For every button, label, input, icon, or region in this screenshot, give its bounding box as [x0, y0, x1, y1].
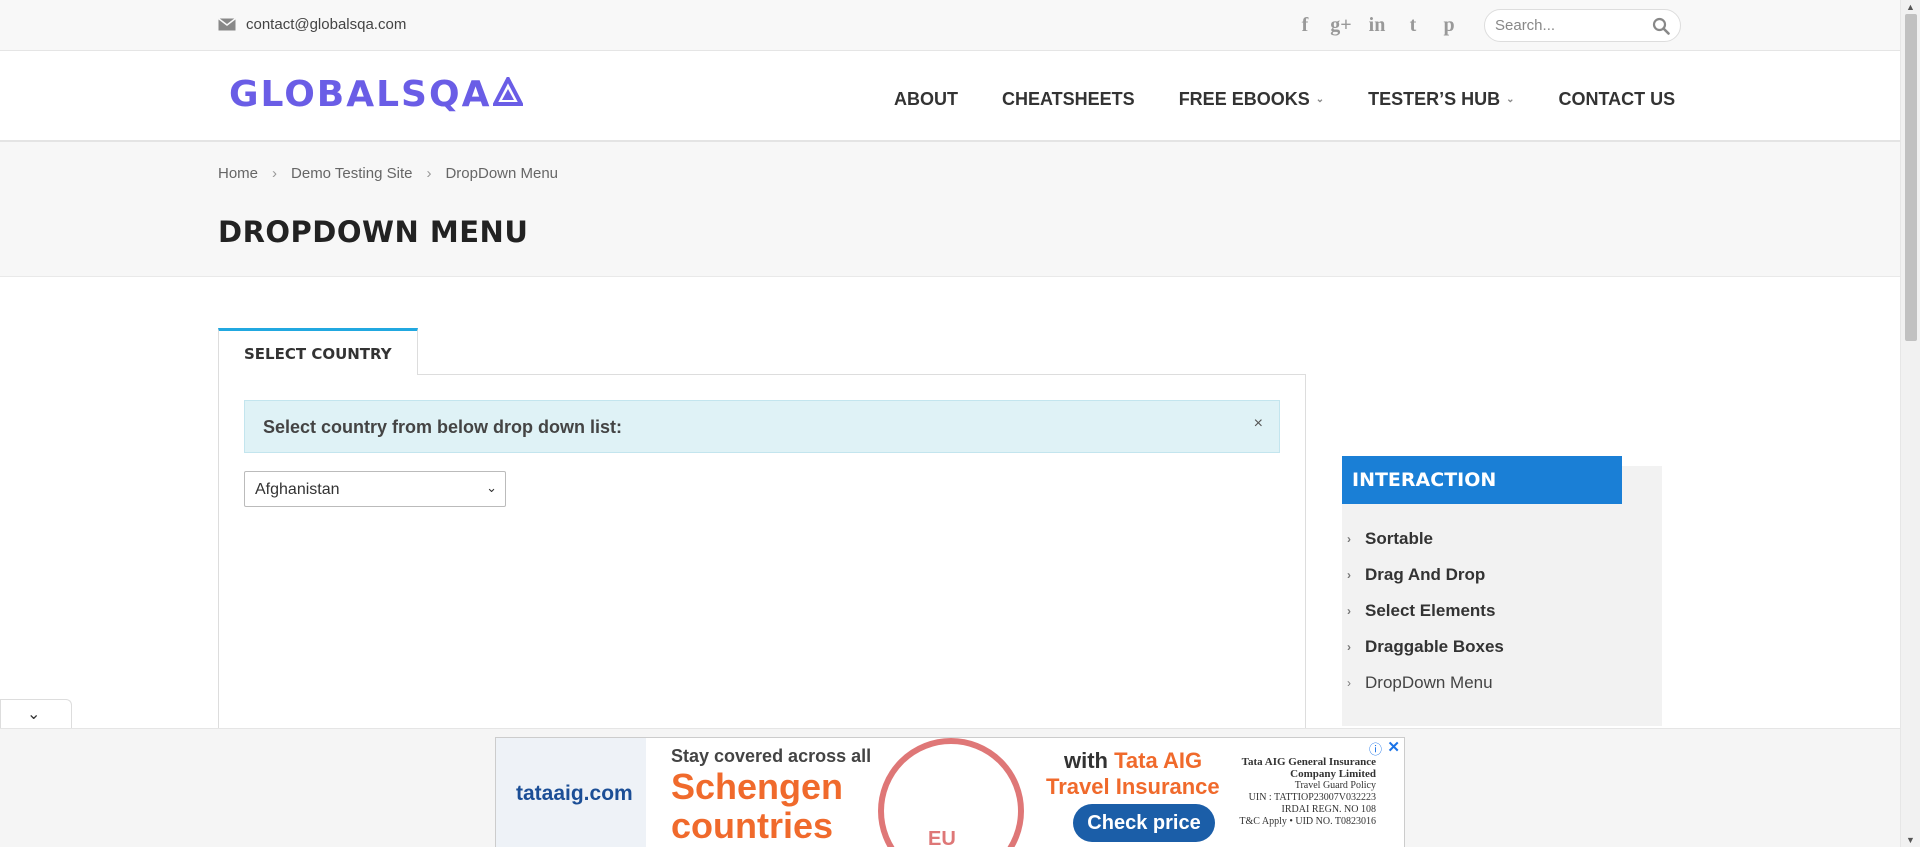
- tab-select-country-label: SELECT COUNTRY: [244, 345, 392, 363]
- page-title-area: Home › Demo Testing Site › DropDown Menu…: [0, 142, 1900, 277]
- ad-close-icon[interactable]: ✕: [1387, 738, 1400, 756]
- nav-testers-hub-label: TESTER’S HUB: [1368, 89, 1501, 109]
- chevron-down-icon: ⌄: [486, 480, 497, 495]
- sidebar-heading-label: INTERACTION: [1352, 469, 1497, 491]
- nav-free-ebooks[interactable]: FREE EBOOKS ⌄: [1179, 89, 1324, 110]
- ad-check-price-button[interactable]: Check price: [1073, 804, 1215, 842]
- sidebar-item-drag-and-drop[interactable]: › Drag And Drop: [1342, 557, 1504, 593]
- search-box: [1484, 9, 1681, 42]
- ad-collapse-button[interactable]: ⌄: [0, 699, 72, 729]
- sidebar-item-dropdown-menu[interactable]: › DropDown Menu: [1342, 665, 1504, 701]
- nav-about-label: ABOUT: [894, 89, 958, 109]
- logo-mark-icon: [492, 74, 525, 112]
- nav-contact-us[interactable]: CONTACT US: [1559, 89, 1676, 110]
- nav-about[interactable]: ABOUT: [894, 89, 958, 110]
- info-alert: Select country from below drop down list…: [244, 400, 1280, 453]
- sidebar-item-label: Sortable: [1365, 529, 1434, 548]
- ad-banner[interactable]: tataaig.com Stay covered across all Sche…: [495, 737, 1405, 847]
- tab-select-country[interactable]: SELECT COUNTRY: [218, 328, 418, 375]
- ad-fine-print: Tata AIG General Insurance Company Limit…: [1236, 756, 1376, 828]
- sidebar-item-draggable-boxes[interactable]: › Draggable Boxes: [1342, 629, 1504, 665]
- sidebar-item-label: Select Elements: [1365, 601, 1496, 620]
- sidebar-list: › Sortable › Drag And Drop › Select Elem…: [1342, 521, 1504, 701]
- ad-brand: tataaig.com: [516, 782, 633, 805]
- ad-info-icon[interactable]: ⓘ: [1369, 739, 1382, 758]
- breadcrumb-separator: ›: [426, 165, 432, 182]
- breadcrumb-current: DropDown Menu: [445, 165, 559, 182]
- mail-icon: [218, 17, 236, 31]
- facebook-icon[interactable]: f: [1293, 14, 1317, 37]
- chevron-right-icon: ›: [1347, 676, 1351, 690]
- pinterest-icon[interactable]: p: [1437, 14, 1461, 37]
- ad-fine-title: Tata AIG General Insurance Company Limit…: [1241, 756, 1376, 780]
- sidebar-item-label: Drag And Drop: [1365, 565, 1486, 584]
- google-plus-icon[interactable]: g+: [1329, 14, 1353, 37]
- social-links: f g+ in t p: [1293, 14, 1461, 37]
- ad-product: Travel Insurance: [1046, 774, 1220, 799]
- top-bar: contact@globalsqa.com f g+ in t p: [0, 0, 1900, 51]
- ad-with-prefix: with: [1064, 748, 1115, 773]
- sidebar-item-select-elements[interactable]: › Select Elements: [1342, 593, 1504, 629]
- alert-message: Select country from below drop down list…: [263, 417, 623, 437]
- search-icon[interactable]: [1652, 17, 1670, 35]
- page-scrollbar[interactable]: ▲ ▼: [1900, 0, 1920, 847]
- contact-email-link[interactable]: contact@globalsqa.com: [218, 16, 406, 33]
- stamp-label: EU: [928, 828, 956, 847]
- chevron-right-icon: ›: [1347, 532, 1351, 546]
- nav-cheatsheets[interactable]: CHEATSHEETS: [1002, 89, 1135, 110]
- breadcrumb-home[interactable]: Home: [218, 165, 258, 182]
- ad-brand-box: tataaig.com: [496, 738, 646, 847]
- ad-headline-2: countries: [671, 805, 834, 846]
- nav-testers-hub[interactable]: TESTER’S HUB ⌄: [1368, 89, 1514, 110]
- chevron-down-icon: ⌄: [1315, 94, 1325, 105]
- search-input[interactable]: [1495, 17, 1645, 34]
- tab-panel: Select country from below drop down list…: [218, 374, 1306, 734]
- site-header: GLOBALSQA ABOUT CHEATSHEETS FREE EBOOKS …: [0, 51, 1900, 142]
- chevron-right-icon: ›: [1347, 640, 1351, 654]
- breadcrumb-demo-testing-site[interactable]: Demo Testing Site: [291, 165, 412, 182]
- chevron-right-icon: ›: [1347, 604, 1351, 618]
- ad-tagline: Stay covered across all: [671, 746, 872, 766]
- ad-headline-1: Schengen: [671, 766, 844, 807]
- sidebar-item-label: Draggable Boxes: [1365, 637, 1504, 656]
- nav-contact-us-label: CONTACT US: [1558, 89, 1676, 109]
- breadcrumb-separator: ›: [272, 165, 278, 182]
- breadcrumb: Home › Demo Testing Site › DropDown Menu: [218, 165, 558, 182]
- country-dropdown-value: Afghanistan: [255, 481, 340, 498]
- sidebar-heading: INTERACTION: [1342, 456, 1622, 504]
- ad-with-brand-name: Tata AIG: [1114, 748, 1203, 773]
- chevron-down-icon: ⌄: [1506, 94, 1515, 105]
- scroll-down-icon[interactable]: ▼: [1906, 835, 1915, 845]
- nav-free-ebooks-label: FREE EBOOKS: [1178, 89, 1310, 109]
- ad-bar: tataaig.com Stay covered across all Sche…: [0, 728, 1900, 847]
- twitter-icon[interactable]: t: [1401, 14, 1425, 37]
- sidebar-item-sortable[interactable]: › Sortable: [1342, 521, 1504, 557]
- ad-fine-uin: UIN : TATTIOP23007V032223: [1248, 792, 1376, 803]
- ad-fine-irdai: IRDAI REGN. NO 108: [1281, 804, 1376, 815]
- linkedin-icon[interactable]: in: [1365, 14, 1389, 37]
- sidebar-interaction: INTERACTION › Sortable › Drag And Drop ›…: [1342, 456, 1662, 726]
- nav-cheatsheets-label: CHEATSHEETS: [1002, 89, 1135, 109]
- chevron-down-icon: ⌄: [27, 706, 41, 723]
- ad-fine-policy: Travel Guard Policy: [1294, 780, 1376, 791]
- scroll-up-icon[interactable]: ▲: [1906, 2, 1915, 12]
- logo-wordmark: GLOBALSQA: [229, 74, 492, 115]
- contact-email-text: contact@globalsqa.com: [246, 16, 407, 33]
- page-title: DROPDOWN MENU: [218, 215, 529, 249]
- alert-close-icon[interactable]: ×: [1254, 415, 1263, 433]
- site-logo[interactable]: GLOBALSQA: [229, 74, 525, 115]
- country-dropdown[interactable]: Afghanistan ⌄: [244, 471, 506, 507]
- sidebar-item-label: DropDown Menu: [1365, 673, 1493, 692]
- schengen-visa-stamp-icon: EU: [878, 738, 1024, 847]
- ad-with-brand: with Tata AIG: [1064, 748, 1202, 774]
- main-nav: ABOUT CHEATSHEETS FREE EBOOKS ⌄ TESTER’S…: [894, 89, 1719, 110]
- scrollbar-thumb[interactable]: [1905, 14, 1917, 341]
- chevron-right-icon: ›: [1347, 568, 1351, 582]
- ad-fine-tc: T&C Apply • UID NO. T0823016: [1239, 816, 1376, 827]
- page: contact@globalsqa.com f g+ in t p GLOBAL…: [0, 0, 1900, 847]
